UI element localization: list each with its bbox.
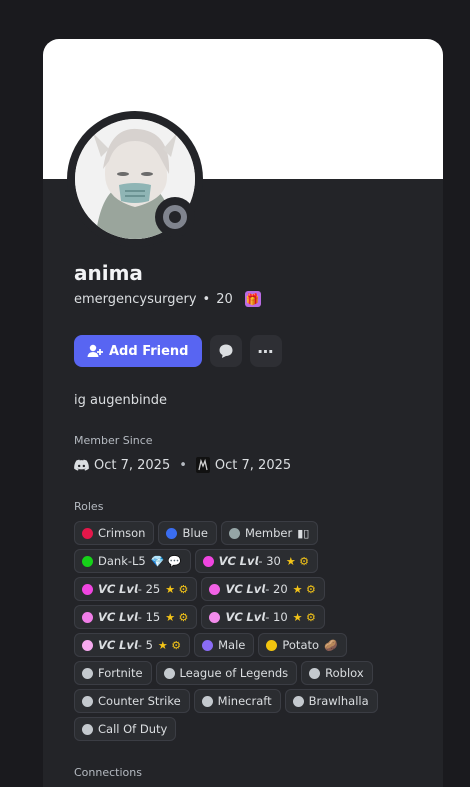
member-since-title: Member Since (74, 434, 153, 447)
role-color-dot[interactable] (228, 527, 240, 539)
role-color-dot[interactable] (292, 695, 304, 707)
role-emoji-icon: ★ ⚙ (157, 638, 182, 652)
role-emoji-icon: 🥔 (324, 638, 338, 652)
separator-dot: • (202, 291, 211, 307)
role-color-dot[interactable] (309, 667, 321, 679)
role-color-dot[interactable] (82, 639, 93, 651)
role-label: League of Legends (179, 666, 289, 680)
role-label: 𝙑𝘾 𝙇𝙫𝙡- 5 (98, 638, 153, 652)
role-label: Dank-L5 (98, 554, 146, 568)
role-color-dot[interactable] (82, 527, 93, 539)
display-name: anima (74, 261, 143, 285)
role-label: 𝙑𝘾 𝙇𝙫𝙡- 15 (98, 610, 161, 624)
role-color-dot[interactable] (82, 723, 93, 735)
role-pill[interactable]: Male (194, 633, 255, 657)
role-color-dot[interactable] (201, 695, 213, 707)
role-label: Counter Strike (98, 694, 181, 708)
role-pill[interactable]: Minecraft (193, 689, 281, 713)
role-emoji-icon: 💎 💬 (150, 554, 182, 568)
role-label: Crimson (98, 526, 146, 540)
discord-logo-icon (74, 459, 89, 471)
role-pill[interactable]: 𝙑𝘾 𝙇𝙫𝙡- 25 ★ ⚙ (74, 577, 198, 601)
role-color-dot[interactable] (209, 611, 221, 623)
role-pill[interactable]: 𝙑𝘾 𝙇𝙫𝙡- 20 ★ ⚙ (201, 577, 325, 601)
profile-card: anima emergencysurgery • 20 🎁 Add Friend… (43, 39, 443, 787)
role-color-dot[interactable] (82, 611, 93, 623)
avatar-frame (67, 111, 203, 247)
message-button[interactable] (209, 335, 242, 367)
username: emergencysurgery (74, 291, 197, 307)
role-pill[interactable]: 𝙑𝘾 𝙇𝙫𝙡- 15 ★ ⚙ (74, 605, 198, 629)
server-join-date: Oct 7, 2025 (214, 457, 292, 473)
role-color-dot[interactable] (163, 667, 175, 679)
role-label: Male (218, 638, 246, 652)
role-pill[interactable]: Call Of Duty (74, 717, 177, 741)
role-label: Brawlhalla (308, 694, 369, 708)
username-line: emergencysurgery • 20 🎁 (74, 291, 261, 307)
add-friend-icon (87, 344, 103, 357)
member-since-line: Oct 7, 2025 • Oct 7, 2025 (74, 457, 291, 473)
role-pill[interactable]: Potato 🥔 (258, 633, 347, 657)
role-color-dot[interactable] (266, 639, 278, 651)
discord-join-date: Oct 7, 2025 (94, 457, 171, 473)
role-pill[interactable]: Crimson (74, 521, 155, 545)
role-pill[interactable]: League of Legends (155, 661, 298, 685)
role-emoji-icon: ★ ⚙ (165, 582, 189, 596)
bio-text: ig augenbinde (74, 393, 168, 408)
role-pill[interactable]: 𝙑𝘾 𝙇𝙫𝙡- 30 ★ ⚙ (194, 549, 319, 573)
role-color-dot[interactable] (166, 527, 178, 539)
role-pill[interactable]: Brawlhalla (284, 689, 378, 713)
role-pill[interactable]: Counter Strike (74, 689, 190, 713)
role-color-dot[interactable] (82, 667, 93, 679)
profile-actions: Add Friend ⋯ (74, 335, 282, 367)
role-label: Fortnite (98, 666, 143, 680)
role-label: 𝙑𝘾 𝙇𝙫𝙡- 30 (218, 554, 281, 568)
role-label: Minecraft (217, 694, 272, 708)
role-pill[interactable]: Roblox (301, 661, 373, 685)
add-friend-button[interactable]: Add Friend (74, 335, 202, 367)
role-color-dot[interactable] (202, 639, 214, 651)
role-emoji-icon: ★ ⚙ (165, 610, 189, 624)
chat-bubble-icon (219, 344, 232, 358)
role-emoji-icon: ★ ⚙ (292, 610, 316, 624)
status-indicator-frame (155, 197, 195, 237)
role-color-dot[interactable] (82, 583, 93, 595)
role-label: 𝙑𝘾 𝙇𝙫𝙡- 25 (98, 582, 161, 596)
role-color-dot[interactable] (82, 555, 93, 567)
role-pill[interactable]: Fortnite (74, 661, 152, 685)
role-label: Roblox (325, 666, 364, 680)
role-label: Member (244, 526, 293, 540)
level-count: 20 (216, 291, 233, 307)
role-label: Call Of Duty (98, 722, 168, 736)
role-pill[interactable]: 𝙑𝘾 𝙇𝙫𝙡- 5 ★ ⚙ (74, 633, 191, 657)
date-separator: • (179, 457, 187, 473)
roles-title: Roles (74, 500, 104, 513)
add-friend-label: Add Friend (109, 343, 189, 359)
role-label: 𝙑𝘾 𝙇𝙫𝙡- 20 (225, 582, 288, 596)
server-icon (195, 457, 210, 473)
role-emoji-icon: ▮▯ (297, 526, 310, 540)
offline-status-icon (163, 205, 187, 229)
role-color-dot[interactable] (82, 695, 93, 707)
connections-title: Connections (74, 766, 142, 779)
more-icon: ⋯ (257, 341, 274, 361)
role-pill[interactable]: Dank-L5 💎 💬 (74, 549, 191, 573)
role-pill[interactable]: 𝙑𝘾 𝙇𝙫𝙡- 10 ★ ⚙ (201, 605, 325, 629)
more-options-button[interactable]: ⋯ (249, 335, 282, 367)
role-color-dot[interactable] (209, 583, 221, 595)
roles-list: Crimson Blue Member ▮▯ Dank-L5 💎 💬 𝙑𝘾 𝙇𝙫𝙡- 30 ★… (74, 521, 414, 741)
role-pill[interactable]: Member ▮▯ (220, 521, 319, 545)
role-label: Potato (282, 638, 320, 652)
role-emoji-icon: ★ ⚙ (292, 582, 316, 596)
role-emoji-icon: ★ ⚙ (285, 554, 310, 568)
gift-icon: 🎁 (244, 291, 261, 307)
role-pill[interactable]: Blue (158, 521, 217, 545)
role-label: 𝙑𝘾 𝙇𝙫𝙡- 10 (225, 610, 288, 624)
role-label: Blue (182, 526, 208, 540)
role-color-dot[interactable] (202, 555, 214, 567)
